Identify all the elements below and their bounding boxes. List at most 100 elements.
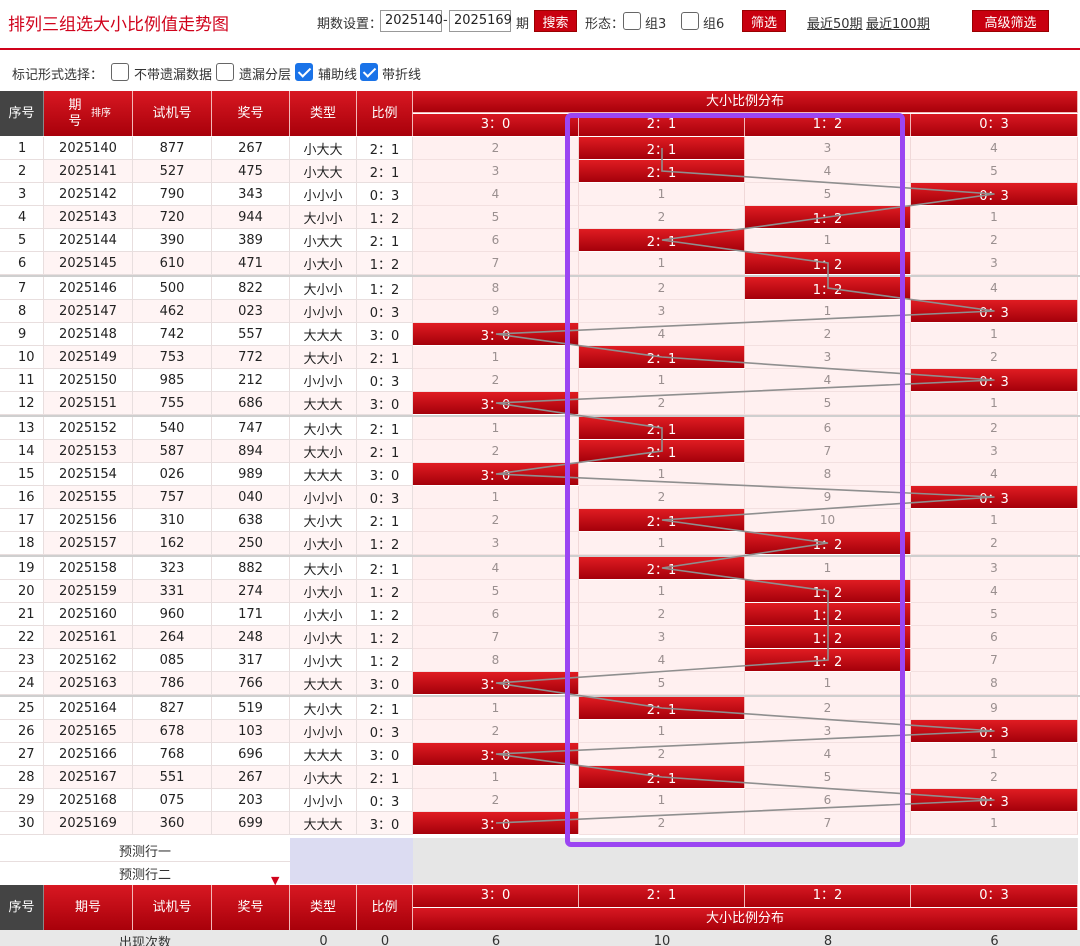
cell-test: 720: [133, 206, 212, 229]
cell-ratio: 0：3: [357, 183, 413, 206]
cell-prize: 882: [212, 557, 290, 580]
miss-cell: 3: [413, 160, 579, 183]
cell-ratio: 2：1: [357, 346, 413, 369]
no-miss-data-checkbox[interactable]: [111, 63, 129, 81]
cell-test: 264: [133, 626, 212, 649]
stats-type: 0: [319, 933, 328, 946]
stats-row: 出现次数 0 0 6 10 8 6: [0, 930, 1080, 946]
cell-period: 2025142: [44, 183, 133, 206]
miss-cell: 7: [413, 626, 579, 649]
cell-period: 2025156: [44, 509, 133, 532]
cell-test: 587: [133, 440, 212, 463]
cell-period: 2025169: [44, 812, 133, 835]
cell-type: 小大大: [290, 137, 357, 160]
cell-seq: 27: [0, 743, 44, 766]
cell-seq: 28: [0, 766, 44, 789]
cell-seq: 14: [0, 440, 44, 463]
footer-header-r30: 3：0: [413, 885, 579, 907]
col-header-r03: 0：3: [911, 114, 1078, 136]
cell-type: 小小小: [290, 300, 357, 323]
recent-100-link[interactable]: 最近100期: [866, 13, 930, 32]
cell-prize: 822: [212, 277, 290, 300]
cell-type: 大小小: [290, 206, 357, 229]
cell-seq: 9: [0, 323, 44, 346]
cell-test: 500: [133, 277, 212, 300]
cell-test: 323: [133, 557, 212, 580]
cell-type: 小大小: [290, 603, 357, 626]
cell-test: 462: [133, 300, 212, 323]
guide-line-checkbox[interactable]: [295, 63, 313, 81]
cell-test: 075: [133, 789, 212, 812]
miss-cell: 7: [911, 649, 1078, 672]
cell-prize: 023: [212, 300, 290, 323]
cell-ratio: 1：2: [357, 603, 413, 626]
period-to-input[interactable]: 2025169: [449, 10, 512, 32]
cell-seq: 22: [0, 626, 44, 649]
miss-cell: 1: [413, 417, 579, 440]
cell-type: 大大大: [290, 743, 357, 766]
hit-cell: 0：3: [911, 369, 1078, 391]
cell-ratio: 1：2: [357, 252, 413, 275]
miss-layer-checkbox[interactable]: [216, 63, 234, 81]
cell-ratio: 0：3: [357, 720, 413, 743]
cell-type: 小小小: [290, 369, 357, 392]
sort-button[interactable]: 排序: [91, 106, 111, 122]
miss-layer-label: 遗漏分层: [239, 68, 292, 83]
cell-ratio: 3：0: [357, 743, 413, 766]
cell-type: 小大大: [290, 766, 357, 789]
cell-ratio: 2：1: [357, 137, 413, 160]
cell-seq: 20: [0, 580, 44, 603]
cell-test: 390: [133, 229, 212, 252]
miss-cell: 5: [413, 580, 579, 603]
footer-header-r12: 1：2: [745, 885, 911, 907]
cell-prize: 267: [212, 766, 290, 789]
miss-cell: 2: [413, 369, 579, 392]
cell-prize: 475: [212, 160, 290, 183]
cell-type: 小小小: [290, 789, 357, 812]
filter-button[interactable]: 筛选: [742, 10, 786, 32]
cell-seq: 8: [0, 300, 44, 323]
top-bar: 排列三组选大小比例值走势图 期数设置： 2025140 - 2025169 期 …: [0, 0, 1080, 44]
group3-checkbox[interactable]: [623, 12, 641, 30]
cell-type: 小大小: [290, 580, 357, 603]
search-button[interactable]: 搜索: [534, 10, 577, 32]
cell-prize: 471: [212, 252, 290, 275]
miss-cell: 6: [413, 603, 579, 626]
cell-prize: 171: [212, 603, 290, 626]
cell-seq: 16: [0, 486, 44, 509]
cell-type: 小小大: [290, 649, 357, 672]
cell-test: 540: [133, 417, 212, 440]
cell-test: 678: [133, 720, 212, 743]
miss-cell: 1: [911, 323, 1078, 346]
stats-ratio: 0: [380, 933, 390, 946]
col-header-period[interactable]: 期号 排序: [44, 91, 133, 136]
miss-cell: 1: [413, 346, 579, 369]
mark-options-label: 标记形式选择：: [12, 68, 104, 83]
cell-type: 大小大: [290, 697, 357, 720]
polyline-checkbox[interactable]: [360, 63, 378, 81]
cell-prize: 040: [212, 486, 290, 509]
miss-cell: 2: [911, 766, 1078, 789]
group6-checkbox[interactable]: [681, 12, 699, 30]
cell-type: 小小小: [290, 183, 357, 206]
col-header-test: 试机号: [133, 91, 212, 136]
cell-seq: 19: [0, 557, 44, 580]
cell-seq: 24: [0, 672, 44, 695]
hit-cell: 3：0: [413, 812, 579, 834]
cell-ratio: 0：3: [357, 486, 413, 509]
recent-50-link[interactable]: 最近50期: [807, 13, 863, 32]
cell-ratio: 1：2: [357, 532, 413, 555]
advanced-filter-button[interactable]: 高级筛选: [972, 10, 1049, 32]
period-from-input[interactable]: 2025140: [380, 10, 443, 32]
stats-r21: 10: [653, 933, 671, 946]
miss-cell: 1: [413, 697, 579, 720]
cell-ratio: 1：2: [357, 649, 413, 672]
cell-ratio: 2：1: [357, 229, 413, 252]
cell-seq: 10: [0, 346, 44, 369]
cell-seq: 25: [0, 697, 44, 720]
footer-header-seq: 序号: [0, 885, 44, 930]
cell-test: 610: [133, 252, 212, 275]
miss-cell: 1: [911, 812, 1078, 835]
cell-seq: 5: [0, 229, 44, 252]
miss-cell: 2: [911, 532, 1078, 555]
